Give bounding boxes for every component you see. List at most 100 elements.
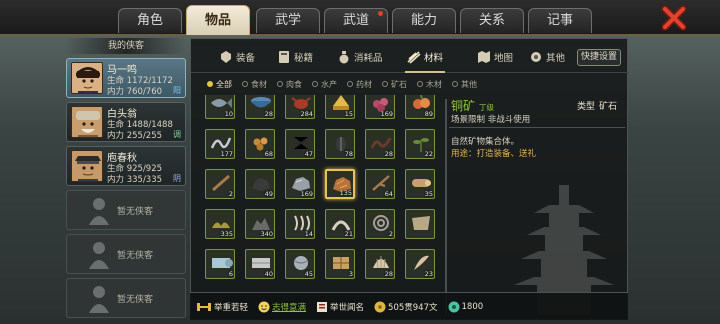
tab-relations[interactable]: 关系 <box>460 8 524 33</box>
filter-option[interactable]: 矿石 <box>382 77 407 91</box>
inventory-item-slot[interactable]: 45 <box>285 249 315 279</box>
inventory-item-slot[interactable]: 340 <box>245 209 275 239</box>
filter-option[interactable]: 药材 <box>347 77 372 91</box>
inventory-item-slot[interactable]: 40 <box>245 249 275 279</box>
item-count: 47 <box>304 150 313 158</box>
item-count: 68 <box>264 150 273 158</box>
item-count: 6 <box>228 270 233 278</box>
inventory-item-slot[interactable]: 64 <box>365 169 395 199</box>
category-label: 材料 <box>424 53 444 64</box>
item-count: 284 <box>300 110 313 118</box>
filter-option[interactable]: 木材 <box>417 77 442 91</box>
inventory-item-slot[interactable]: 169 <box>285 169 315 199</box>
inventory-item-slot[interactable]: 35 <box>405 169 435 199</box>
inventory-item-slot[interactable]: 78 <box>325 129 355 159</box>
item-count: 21 <box>344 230 353 238</box>
item-count: 35 <box>424 190 433 198</box>
mood-status: 志得意满 <box>258 301 306 313</box>
filter-option[interactable]: 肉食 <box>277 77 302 91</box>
inventory-item-slot[interactable]: 135 <box>325 169 355 199</box>
inventory-item-slot[interactable]: 177 <box>205 129 235 159</box>
dumbbell-icon <box>197 302 211 311</box>
item-count: 78 <box>344 150 353 158</box>
coin-icon <box>374 301 386 312</box>
item-grid-scrollbar[interactable] <box>445 99 447 315</box>
inventory-item-slot[interactable]: 21 <box>325 209 355 239</box>
category-materials[interactable]: 材料 <box>404 48 446 73</box>
inventory-item-slot[interactable]: 3 <box>325 249 355 279</box>
scroll-icon <box>317 301 328 312</box>
tab-items[interactable]: 物品 <box>186 5 250 35</box>
potion-icon <box>339 51 349 64</box>
character-card-bai-touweng[interactable]: 白头翁 生命 1488/1488 内力 255/255 调 <box>66 102 186 142</box>
quick-settings-button[interactable]: 快捷设置 <box>577 49 621 66</box>
inventory-item-slot[interactable]: 15 <box>325 95 355 119</box>
filter-option[interactable]: 其他 <box>452 77 477 91</box>
tab-martial-arts[interactable]: 武学 <box>256 8 320 33</box>
inventory-item-slot[interactable]: 169 <box>365 95 395 119</box>
tab-journal[interactable]: 记事 <box>528 8 592 33</box>
radio-icon <box>242 81 248 87</box>
item-count: 14 <box>304 230 313 238</box>
silhouette-icon <box>89 286 109 313</box>
character-card-pao-chunqiu[interactable]: 庖春秋 生命 925/925 内力 335/335 阴 <box>66 146 186 186</box>
category-label: 地图 <box>494 53 514 64</box>
empty-party-slot: 暂无侠客 <box>66 190 186 230</box>
inventory-item-slot[interactable] <box>405 209 435 239</box>
tab-character[interactable]: 角色 <box>118 8 182 33</box>
radio-icon <box>417 81 423 87</box>
inventory-item-slot[interactable]: 22 <box>405 129 435 159</box>
inventory-item-slot[interactable]: 47 <box>285 129 315 159</box>
category-manuals[interactable]: 秘籍 <box>277 48 313 66</box>
item-count: 3 <box>348 270 353 278</box>
filter-option[interactable]: 水产 <box>312 77 337 91</box>
weight-label: 举重若轻 <box>214 302 249 313</box>
inventory-item-slot[interactable]: 2 <box>365 209 395 239</box>
inventory-item-slot[interactable]: 28 <box>365 129 395 159</box>
filter-option[interactable]: 全部 <box>207 77 232 91</box>
item-count: 177 <box>220 150 233 158</box>
misc-icon <box>531 52 541 62</box>
inventory-item-slot[interactable]: 28 <box>245 95 275 119</box>
radio-icon <box>347 81 353 87</box>
filter-label: 全部 <box>216 79 232 89</box>
inventory-item-slot[interactable]: 6 <box>205 249 235 279</box>
inventory-item-slot[interactable]: 68 <box>245 129 275 159</box>
character-card-ma-yiming[interactable]: 马一鸣 生命 1172/1172 内力 760/760 阳 <box>66 58 186 98</box>
avatar <box>71 62 103 94</box>
item-count: 169 <box>380 110 393 118</box>
item-count: 2 <box>388 230 393 238</box>
silhouette-icon <box>89 198 109 225</box>
tab-abilities[interactable]: 能力 <box>392 8 456 33</box>
item-count: 49 <box>264 190 273 198</box>
top-tab-bar: 角色 物品 武学 武道 能力 关系 记事 <box>0 0 720 36</box>
inventory-item-slot[interactable]: 14 <box>285 209 315 239</box>
filter-label: 药材 <box>356 79 372 89</box>
avatar <box>71 106 103 138</box>
category-maps[interactable]: 地图 <box>477 48 513 66</box>
inventory-item-slot[interactable]: 10 <box>205 95 235 119</box>
category-tabs: 装备 秘籍 消耗品 材料 地图 其他 快捷设置 <box>191 39 629 73</box>
inventory-item-slot[interactable]: 89 <box>405 95 435 119</box>
alignment-tag: 阳 <box>173 86 181 95</box>
inventory-item-slot[interactable]: 23 <box>405 249 435 279</box>
alignment-tag: 阴 <box>173 174 181 183</box>
inventory-item-slot[interactable]: 28 <box>365 249 395 279</box>
item-name: 铜矿 <box>451 99 476 113</box>
tab-label: 武道 <box>342 13 369 28</box>
tab-martial-way[interactable]: 武道 <box>324 8 388 33</box>
inventory-item-slot[interactable]: 284 <box>285 95 315 119</box>
item-grade: 丁级 <box>479 103 494 112</box>
inventory-item-slot[interactable]: 2 <box>205 169 235 199</box>
item-count: 2 <box>228 190 233 198</box>
inventory-item-slot[interactable]: 49 <box>245 169 275 199</box>
category-misc[interactable]: 其他 <box>529 48 565 66</box>
item-count: 340 <box>260 230 273 238</box>
close-button[interactable] <box>660 4 688 32</box>
category-equipment[interactable]: 装备 <box>219 48 255 66</box>
inventory-item-slot[interactable]: 335 <box>205 209 235 239</box>
avatar <box>71 150 103 182</box>
category-consumables[interactable]: 消耗品 <box>337 48 383 66</box>
filter-option[interactable]: 食材 <box>242 77 267 91</box>
mp-stat: 内力 255/255 <box>107 131 163 141</box>
